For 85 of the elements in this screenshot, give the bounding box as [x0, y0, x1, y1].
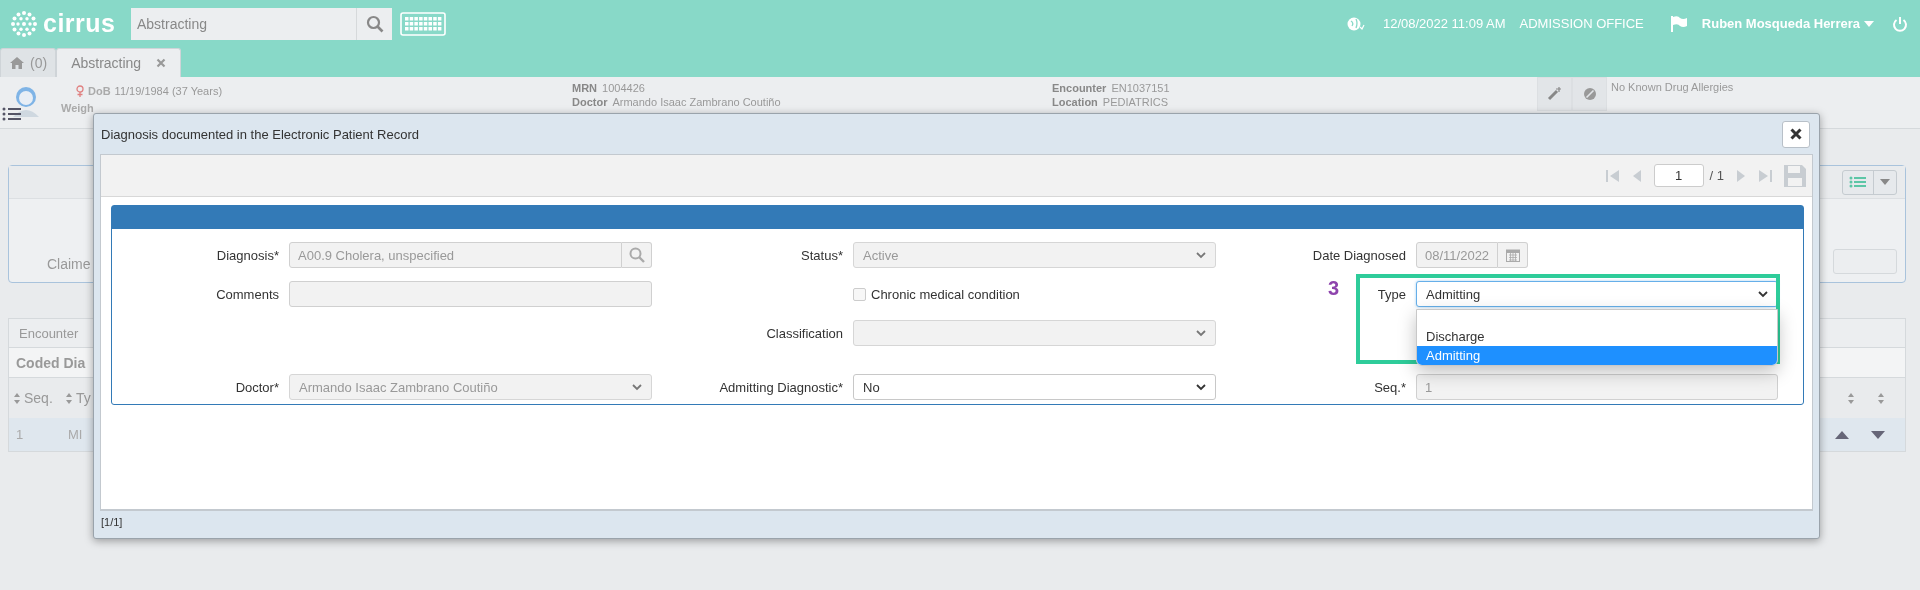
keyboard-icon[interactable]: [400, 11, 446, 36]
field-label: Weigh: [61, 102, 95, 114]
dropdown[interactable]: Admitting: [1416, 281, 1778, 307]
up-arrow-icon[interactable]: [1835, 430, 1849, 439]
table-cell-text: 1: [15, 427, 25, 442]
field-label: Date Diagnosed: [1312, 247, 1406, 263]
step-number: 3: [1328, 277, 1340, 300]
field-label: Seq.*: [1374, 379, 1406, 395]
icon-button[interactable]: [1537, 77, 1572, 111]
list-icon: [1849, 176, 1867, 188]
first-page-icon[interactable]: [1605, 168, 1620, 183]
input-field[interactable]: [1833, 249, 1897, 274]
close-icon: [1790, 128, 1802, 140]
search-icon: [628, 247, 645, 263]
allergy-text: No Known Drug Allergies: [1610, 80, 1735, 95]
field-label: Encounter: [1052, 82, 1107, 94]
tab[interactable]: (0): [0, 48, 57, 77]
view-button[interactable]: [1842, 169, 1897, 195]
checkbox-label[interactable]: Chronic medical condition: [871, 286, 1020, 302]
chevron-icon: [1195, 381, 1207, 393]
previous-page-icon[interactable]: [1631, 168, 1642, 183]
home-icon: [9, 56, 25, 70]
chevron-icon: [1195, 327, 1207, 339]
down-arrow-icon[interactable]: [1871, 430, 1885, 439]
field-label: Doctor*: [235, 379, 279, 395]
field-value: 1004426: [602, 82, 645, 94]
search-icon: [365, 14, 384, 33]
user-name[interactable]: Ruben Mosqueda Herrera: [1701, 16, 1860, 31]
close-button[interactable]: [1782, 120, 1810, 148]
column-header[interactable]: Seq.: [24, 390, 53, 406]
page-field[interactable]: 1: [1653, 164, 1704, 187]
date-time: 12/08/2022 11:09 AM: [1382, 16, 1506, 31]
dropdown-option[interactable]: Discharge: [1417, 327, 1777, 346]
flag-icon[interactable]: [1669, 14, 1688, 33]
field-label: DoB: [88, 85, 111, 97]
office-name[interactable]: ADMISSION OFFICE: [1519, 16, 1644, 31]
blocked-icon: [1582, 87, 1597, 101]
sort-icon[interactable]: [65, 391, 73, 405]
caret-icon: [1880, 179, 1890, 185]
calendar-icon: [1505, 248, 1520, 262]
field-value: EN1037151: [1111, 82, 1170, 94]
power-icon[interactable]: [1892, 15, 1908, 32]
field-label: Status*: [801, 247, 843, 263]
list-icon[interactable]: [2, 107, 22, 121]
field-label: Doctor: [572, 96, 608, 108]
field-label: Location: [1052, 96, 1098, 108]
section-title: Coded Dia: [16, 354, 86, 371]
close-icon[interactable]: [156, 58, 167, 68]
column-header[interactable]: Ty: [76, 390, 91, 406]
calendar-button[interactable]: [1498, 242, 1528, 268]
checkbox[interactable]: [853, 287, 866, 301]
next-page-icon[interactable]: [1736, 168, 1746, 183]
icon-button[interactable]: [1572, 77, 1607, 111]
table-cell-text: MI: [67, 427, 84, 442]
field-label: MRN: [572, 82, 598, 94]
search-field[interactable]: Abstracting: [131, 7, 356, 40]
field-label: Comments: [216, 286, 279, 302]
globe-icon[interactable]: [1346, 15, 1365, 32]
save-icon[interactable]: [1784, 164, 1806, 187]
sort-icon[interactable]: [1847, 391, 1855, 405]
field-label: Claime: [46, 256, 92, 272]
logo-text: cirrus: [43, 9, 116, 38]
tab[interactable]: Abstracting: [56, 48, 182, 77]
search-button[interactable]: [356, 7, 392, 40]
tab[interactable]: Encounter: [19, 325, 79, 341]
last-page-icon[interactable]: [1758, 168, 1772, 183]
logo-icon: [10, 9, 38, 38]
dropdown[interactable]: No: [853, 374, 1216, 400]
chevron-icon: [1195, 249, 1207, 261]
field-label: Classification: [766, 325, 843, 341]
female-icon: [76, 85, 84, 97]
chevron-icon: [1757, 288, 1769, 300]
page-total: / 1: [1709, 168, 1724, 183]
search-button[interactable]: [622, 242, 652, 268]
dropdown-option[interactable]: Admitting: [1417, 346, 1777, 365]
caret-icon[interactable]: [1864, 19, 1874, 28]
field-label: Admitting Diagnostic*: [719, 379, 843, 395]
dialog-title: Diagnosis documented in the Electronic Patient Record: [101, 126, 420, 142]
chevron-icon: [631, 381, 643, 393]
field-label: Type: [1377, 286, 1406, 302]
field-value: 11/19/1984 (37 Years): [114, 85, 223, 97]
field-label: Diagnosis*: [216, 247, 279, 263]
sort-icon[interactable]: [1877, 391, 1885, 405]
sort-icon[interactable]: [13, 391, 21, 405]
record-count: [1/1]: [101, 515, 123, 528]
